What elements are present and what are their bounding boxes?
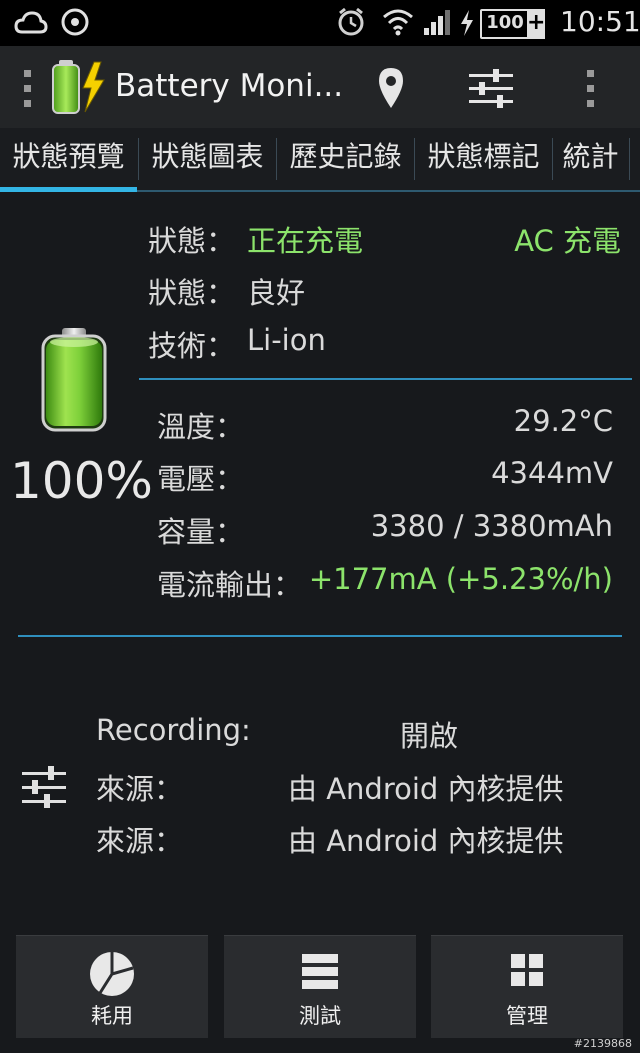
health-value: 良好 <box>247 276 306 310</box>
tab-status-overview[interactable]: 狀態預覽 <box>0 128 137 188</box>
signal-icon <box>424 10 450 35</box>
source-value: 由 Android 內核提供 <box>288 824 564 858</box>
tab-history[interactable]: 歷史記錄 <box>277 128 414 188</box>
temperature-label: 溫度： <box>157 410 245 444</box>
source-label: 來源： <box>96 772 184 806</box>
list-icon <box>302 954 338 989</box>
tab-divider <box>629 138 630 180</box>
charging-status-label: 狀態： <box>148 224 236 258</box>
notification-circle-icon <box>61 8 89 36</box>
recording-settings-icon[interactable] <box>20 764 68 810</box>
technology-label: 技術： <box>148 329 236 363</box>
battery-percent: 100% <box>10 452 153 510</box>
manage-button[interactable]: 管理 <box>431 935 623 1038</box>
health-label: 狀態： <box>148 276 236 310</box>
drawer-handle-icon[interactable] <box>22 70 34 110</box>
active-tab-indicator <box>0 187 137 192</box>
capacity-label: 容量： <box>157 515 245 549</box>
source-value: 由 Android 內核提供 <box>288 772 564 806</box>
current-output-label: 電流輸出： <box>157 568 303 602</box>
location-pin-icon[interactable] <box>376 66 406 110</box>
source-label: 來源： <box>96 824 184 858</box>
sliders-settings-icon[interactable] <box>467 68 515 110</box>
manage-button-label: 管理 <box>506 1004 548 1028</box>
technology-value: Li-ion <box>247 323 326 357</box>
test-button-label: 測試 <box>299 1004 341 1028</box>
test-button[interactable]: 測試 <box>224 935 416 1038</box>
pie-chart-icon <box>90 952 134 996</box>
voltage-label: 電壓： <box>157 462 245 496</box>
capacity-value: 3380 / 3380mAh <box>370 509 613 543</box>
tab-bar: 狀態預覽 狀態圖表 歷史記錄 狀態標記 統計 <box>0 128 640 192</box>
app-title: Battery Moni... <box>115 68 344 104</box>
wifi-icon <box>383 9 413 36</box>
alarm-clock-icon <box>338 7 364 36</box>
battery-status-icon: 100 <box>480 9 530 39</box>
tab-status-markers[interactable]: 狀態標記 <box>415 128 552 188</box>
usage-button-label: 耗用 <box>91 1004 133 1028</box>
battery-status-level: 100 <box>486 12 524 33</box>
tab-status-chart[interactable]: 狀態圖表 <box>139 128 276 188</box>
temperature-value: 29.2°C <box>513 404 613 438</box>
clock: 10:51 <box>560 5 640 38</box>
voltage-value: 4344mV <box>491 456 613 490</box>
charge-source-value: AC 充電 <box>514 224 621 258</box>
battery-level-icon <box>41 328 107 432</box>
charging-status-value: 正在充電 <box>247 224 364 258</box>
current-output-value: +177mA (+5.23%/h) <box>308 562 613 596</box>
battery-plus-icon: + <box>527 9 545 39</box>
section-divider <box>18 635 622 637</box>
tab-statistics[interactable]: 統計 <box>553 128 628 188</box>
recording-label: Recording: <box>96 713 251 747</box>
image-id-watermark: #2139868 <box>573 1037 632 1050</box>
charging-bolt-icon <box>461 10 473 36</box>
overflow-menu-icon[interactable] <box>584 70 598 110</box>
app-logo-icon[interactable] <box>50 58 112 116</box>
usage-button[interactable]: 耗用 <box>16 935 208 1038</box>
grid-icon <box>511 954 543 986</box>
section-divider <box>139 378 632 380</box>
battery-fill <box>46 340 102 426</box>
weather-cloud-icon <box>14 11 48 34</box>
recording-value[interactable]: 開啟 <box>400 713 458 755</box>
status-bar: 100 + 10:51 <box>0 0 640 46</box>
